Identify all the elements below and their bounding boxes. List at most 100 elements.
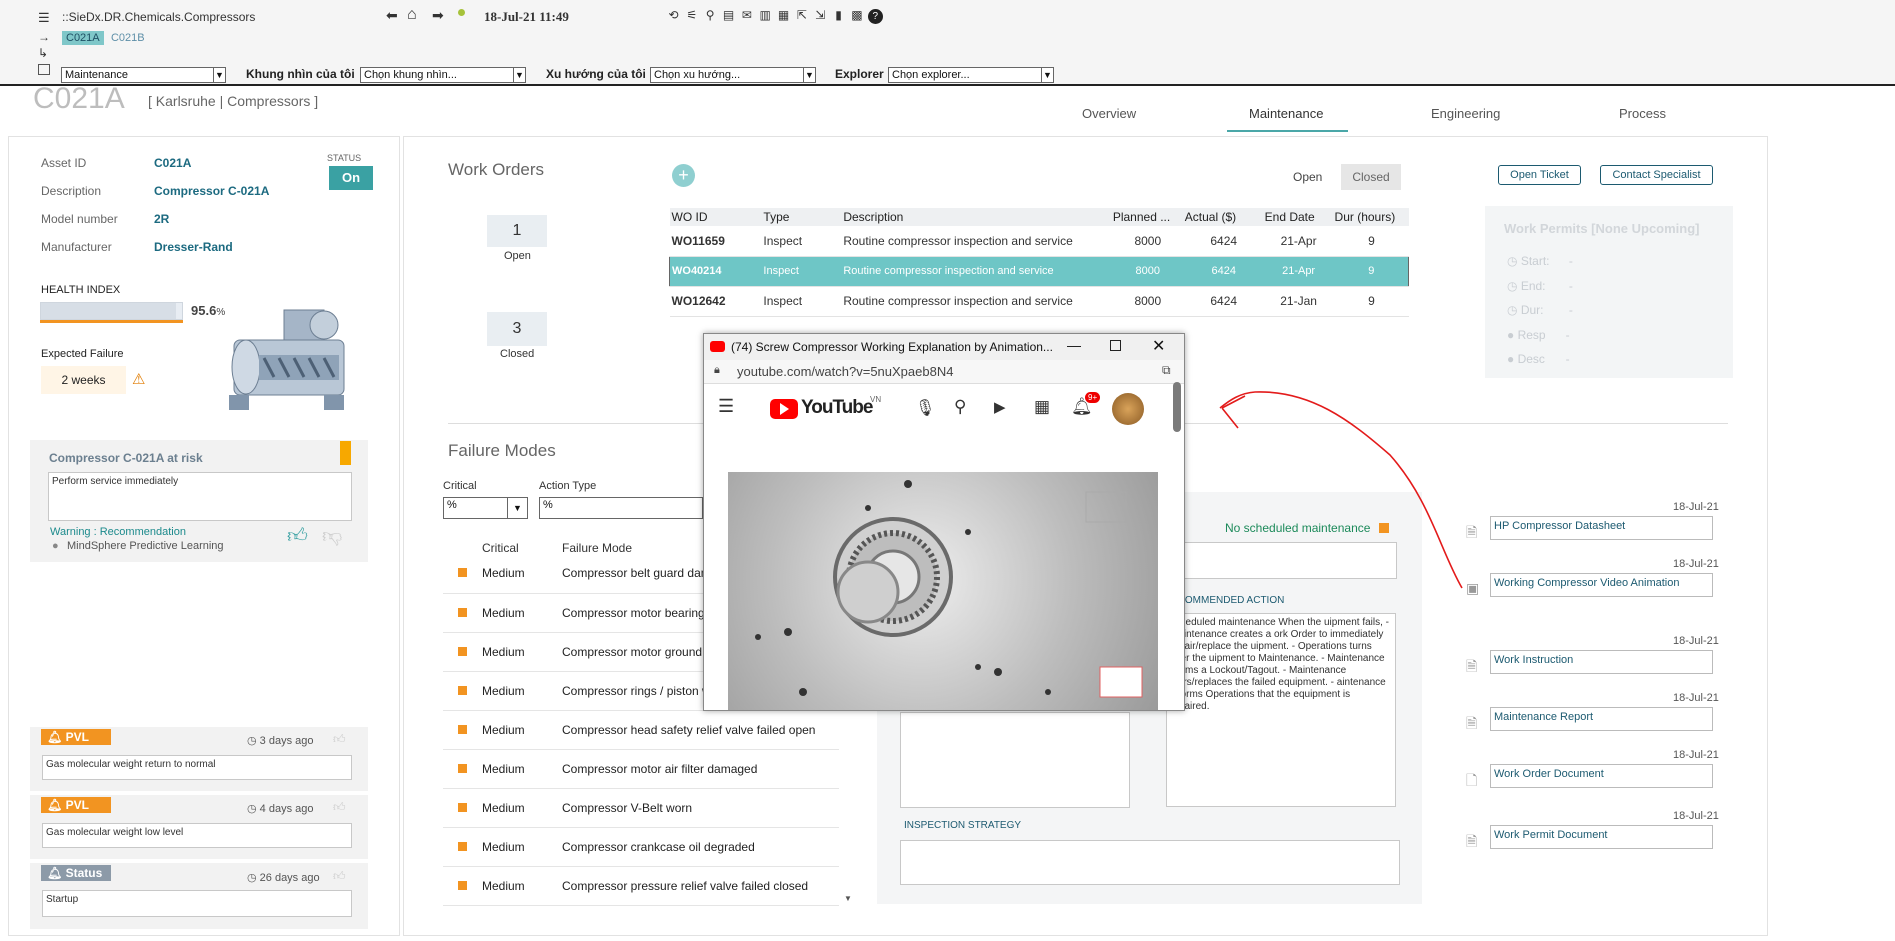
document-link[interactable]: Work Instruction xyxy=(1490,650,1713,674)
col-actual[interactable]: Actual ($) xyxy=(1182,208,1263,226)
refresh-icon[interactable]: ⟲ xyxy=(666,8,681,23)
document-link[interactable]: Work Permit Document xyxy=(1490,825,1713,849)
explorer-select[interactable]: Chọn explorer... ▼ xyxy=(888,67,1054,83)
popup-titlebar[interactable]: (74) Screw Compressor Working Explanatio… xyxy=(704,334,1184,360)
document-link[interactable]: Work Order Document xyxy=(1490,764,1713,788)
tab-engineering[interactable]: Engineering xyxy=(1431,106,1500,121)
print-icon[interactable]: ▤ xyxy=(721,8,736,23)
open-count[interactable]: 1 xyxy=(487,215,547,247)
toggle-closed[interactable]: Closed xyxy=(1341,164,1401,190)
top-toolbar: ☰ ::SieDx.DR.Chemicals.Compressors → C02… xyxy=(0,0,1895,86)
thumbs-up-icon[interactable]: 👍︎ xyxy=(333,869,346,884)
export-list-icon[interactable]: ⇲ xyxy=(813,8,828,23)
layout-icon[interactable]: ▥ xyxy=(758,8,773,23)
action-type-label: Action Type xyxy=(539,480,597,492)
view-select[interactable]: Maintenance ▼ xyxy=(61,67,226,83)
col-critical[interactable]: Critical xyxy=(482,541,519,555)
apps-icon[interactable]: ▩ xyxy=(849,8,864,23)
popup-scrollbar[interactable] xyxy=(1173,382,1181,432)
risk-warning[interactable]: Warning : Recommendation xyxy=(50,526,186,538)
region-code: VN xyxy=(870,395,882,404)
closed-count[interactable]: 3 xyxy=(487,312,547,346)
tag-c021b[interactable]: C021B xyxy=(107,31,149,45)
export-icon[interactable]: ⇱ xyxy=(794,8,809,23)
close-icon[interactable]: ✕ xyxy=(1152,336,1165,356)
col-wo-id[interactable]: WO ID xyxy=(669,208,762,226)
youtube-brand[interactable]: YouTube xyxy=(801,397,873,419)
col-description[interactable]: Description xyxy=(841,208,1111,226)
table-row[interactable]: WO11659 Inspect Routine compressor inspe… xyxy=(669,226,1409,257)
apps-grid-icon[interactable]: ▦ xyxy=(1034,397,1050,417)
video-popup-window[interactable]: (74) Screw Compressor Working Explanatio… xyxy=(703,333,1185,711)
alert-chip: 🔔︎ Status xyxy=(41,865,111,881)
create-video-icon[interactable]: ▶ xyxy=(994,398,1006,416)
table-row[interactable]: WO12642 Inspect Routine compressor inspe… xyxy=(669,286,1409,317)
table-row[interactable]: Medium Compressor crankcase oil degraded xyxy=(443,827,839,867)
video-player[interactable] xyxy=(728,472,1158,710)
table-row[interactable]: Medium Compressor pressure relief valve f… xyxy=(443,866,839,906)
help-icon[interactable]: ? xyxy=(867,9,883,24)
grid-icon[interactable]: ▦ xyxy=(776,8,791,23)
action-type-select[interactable]: % xyxy=(539,497,703,519)
open-ticket-button[interactable]: Open Ticket xyxy=(1498,165,1581,185)
my-trend-select[interactable]: Chọn xu hướng... ▼ xyxy=(650,67,816,83)
scroll-down-icon[interactable]: ▼ xyxy=(844,894,852,903)
thumbs-up-icon[interactable]: 👍︎ xyxy=(287,524,308,548)
thumbs-up-icon[interactable]: 👍︎ xyxy=(333,732,346,747)
status-label: STATUS xyxy=(327,153,362,163)
checkbox-icon[interactable] xyxy=(38,64,50,75)
document-link[interactable]: Working Compressor Video Animation xyxy=(1490,573,1713,597)
search-icon[interactable]: ⚲ xyxy=(954,397,966,417)
return-arrow-icon: ↳ xyxy=(38,46,49,60)
tab-maintenance[interactable]: Maintenance xyxy=(1249,106,1323,121)
chart-icon[interactable]: ⚟ xyxy=(684,8,699,23)
home-icon[interactable]: ⌂ xyxy=(407,6,417,24)
col-type[interactable]: Type xyxy=(761,208,842,226)
avatar[interactable] xyxy=(1112,393,1144,425)
open-in-browser-icon[interactable]: ⧉ xyxy=(1162,363,1171,378)
table-row[interactable]: Medium Compressor motor air filter damage… xyxy=(443,749,839,789)
table-row[interactable]: Medium Compressor head safety relief valv… xyxy=(443,710,839,750)
tag-c021a[interactable]: C021A xyxy=(62,31,104,45)
forward-icon[interactable]: ➡ xyxy=(432,7,444,24)
my-view-select[interactable]: Chọn khung nhìn... ▼ xyxy=(360,67,526,83)
back-icon[interactable]: ⬅ xyxy=(386,7,398,24)
menu-icon[interactable]: ☰ xyxy=(38,10,50,26)
col-end-date[interactable]: End Date xyxy=(1262,208,1333,226)
table-row[interactable]: Medium Compressor V-Belt worn xyxy=(443,788,839,828)
breadcrumb[interactable]: ::SieDx.DR.Chemicals.Compressors xyxy=(62,10,255,24)
work-orders-table: WO ID Type Description Planned ... Actua… xyxy=(669,208,1409,317)
maximize-icon[interactable] xyxy=(1110,340,1121,351)
tab-overview[interactable]: Overview xyxy=(1082,106,1136,121)
toggle-open[interactable]: Open xyxy=(1293,170,1322,184)
online-dot-icon xyxy=(458,9,465,16)
microphone-icon[interactable]: 🎙︎ xyxy=(915,398,935,418)
tab-process[interactable]: Process xyxy=(1619,106,1666,121)
critical-filter-select[interactable]: % ▼ xyxy=(443,497,528,519)
severity-marker xyxy=(457,802,467,812)
document-link[interactable]: HP Compressor Datasheet xyxy=(1490,516,1713,540)
col-duration[interactable]: Dur (hours) xyxy=(1332,208,1409,226)
pin-icon[interactable]: ⚲ xyxy=(703,8,718,23)
add-work-order-button[interactable]: + xyxy=(672,164,695,187)
minimize-icon[interactable]: — xyxy=(1067,337,1081,353)
alert-time: ◷ 4 days ago xyxy=(247,803,314,815)
col-planned[interactable]: Planned ... xyxy=(1110,208,1183,226)
pdf-icon: 🗎 xyxy=(1466,658,1478,674)
alert-chip: 🔔︎ PVL xyxy=(41,797,111,813)
popup-urlbar[interactable]: 🔒︎ youtube.com/watch?v=5nuXpaeb8N4 ⧉ xyxy=(704,360,1184,384)
document-link[interactable]: Maintenance Report xyxy=(1490,707,1713,731)
risk-text[interactable]: Perform service immediately xyxy=(48,472,352,521)
bar-chart-icon[interactable]: ▮ xyxy=(831,8,846,23)
hamburger-icon[interactable]: ☰ xyxy=(718,396,734,417)
col-failure-mode[interactable]: Failure Mode xyxy=(562,541,632,555)
popup-url[interactable]: youtube.com/watch?v=5nuXpaeb8N4 xyxy=(737,364,953,379)
youtube-logo-icon[interactable] xyxy=(770,399,798,419)
thumbs-down-icon[interactable]: 👎︎ xyxy=(322,524,342,548)
mail-icon[interactable]: ✉ xyxy=(739,8,754,23)
thumbs-up-icon[interactable]: 👍︎ xyxy=(333,800,346,815)
table-row[interactable]: WO40214 Inspect Routine compressor inspe… xyxy=(669,256,1409,287)
severity-marker xyxy=(457,685,467,695)
inspection-strategy-box xyxy=(900,840,1400,885)
contact-specialist-button[interactable]: Contact Specialist xyxy=(1600,165,1713,185)
